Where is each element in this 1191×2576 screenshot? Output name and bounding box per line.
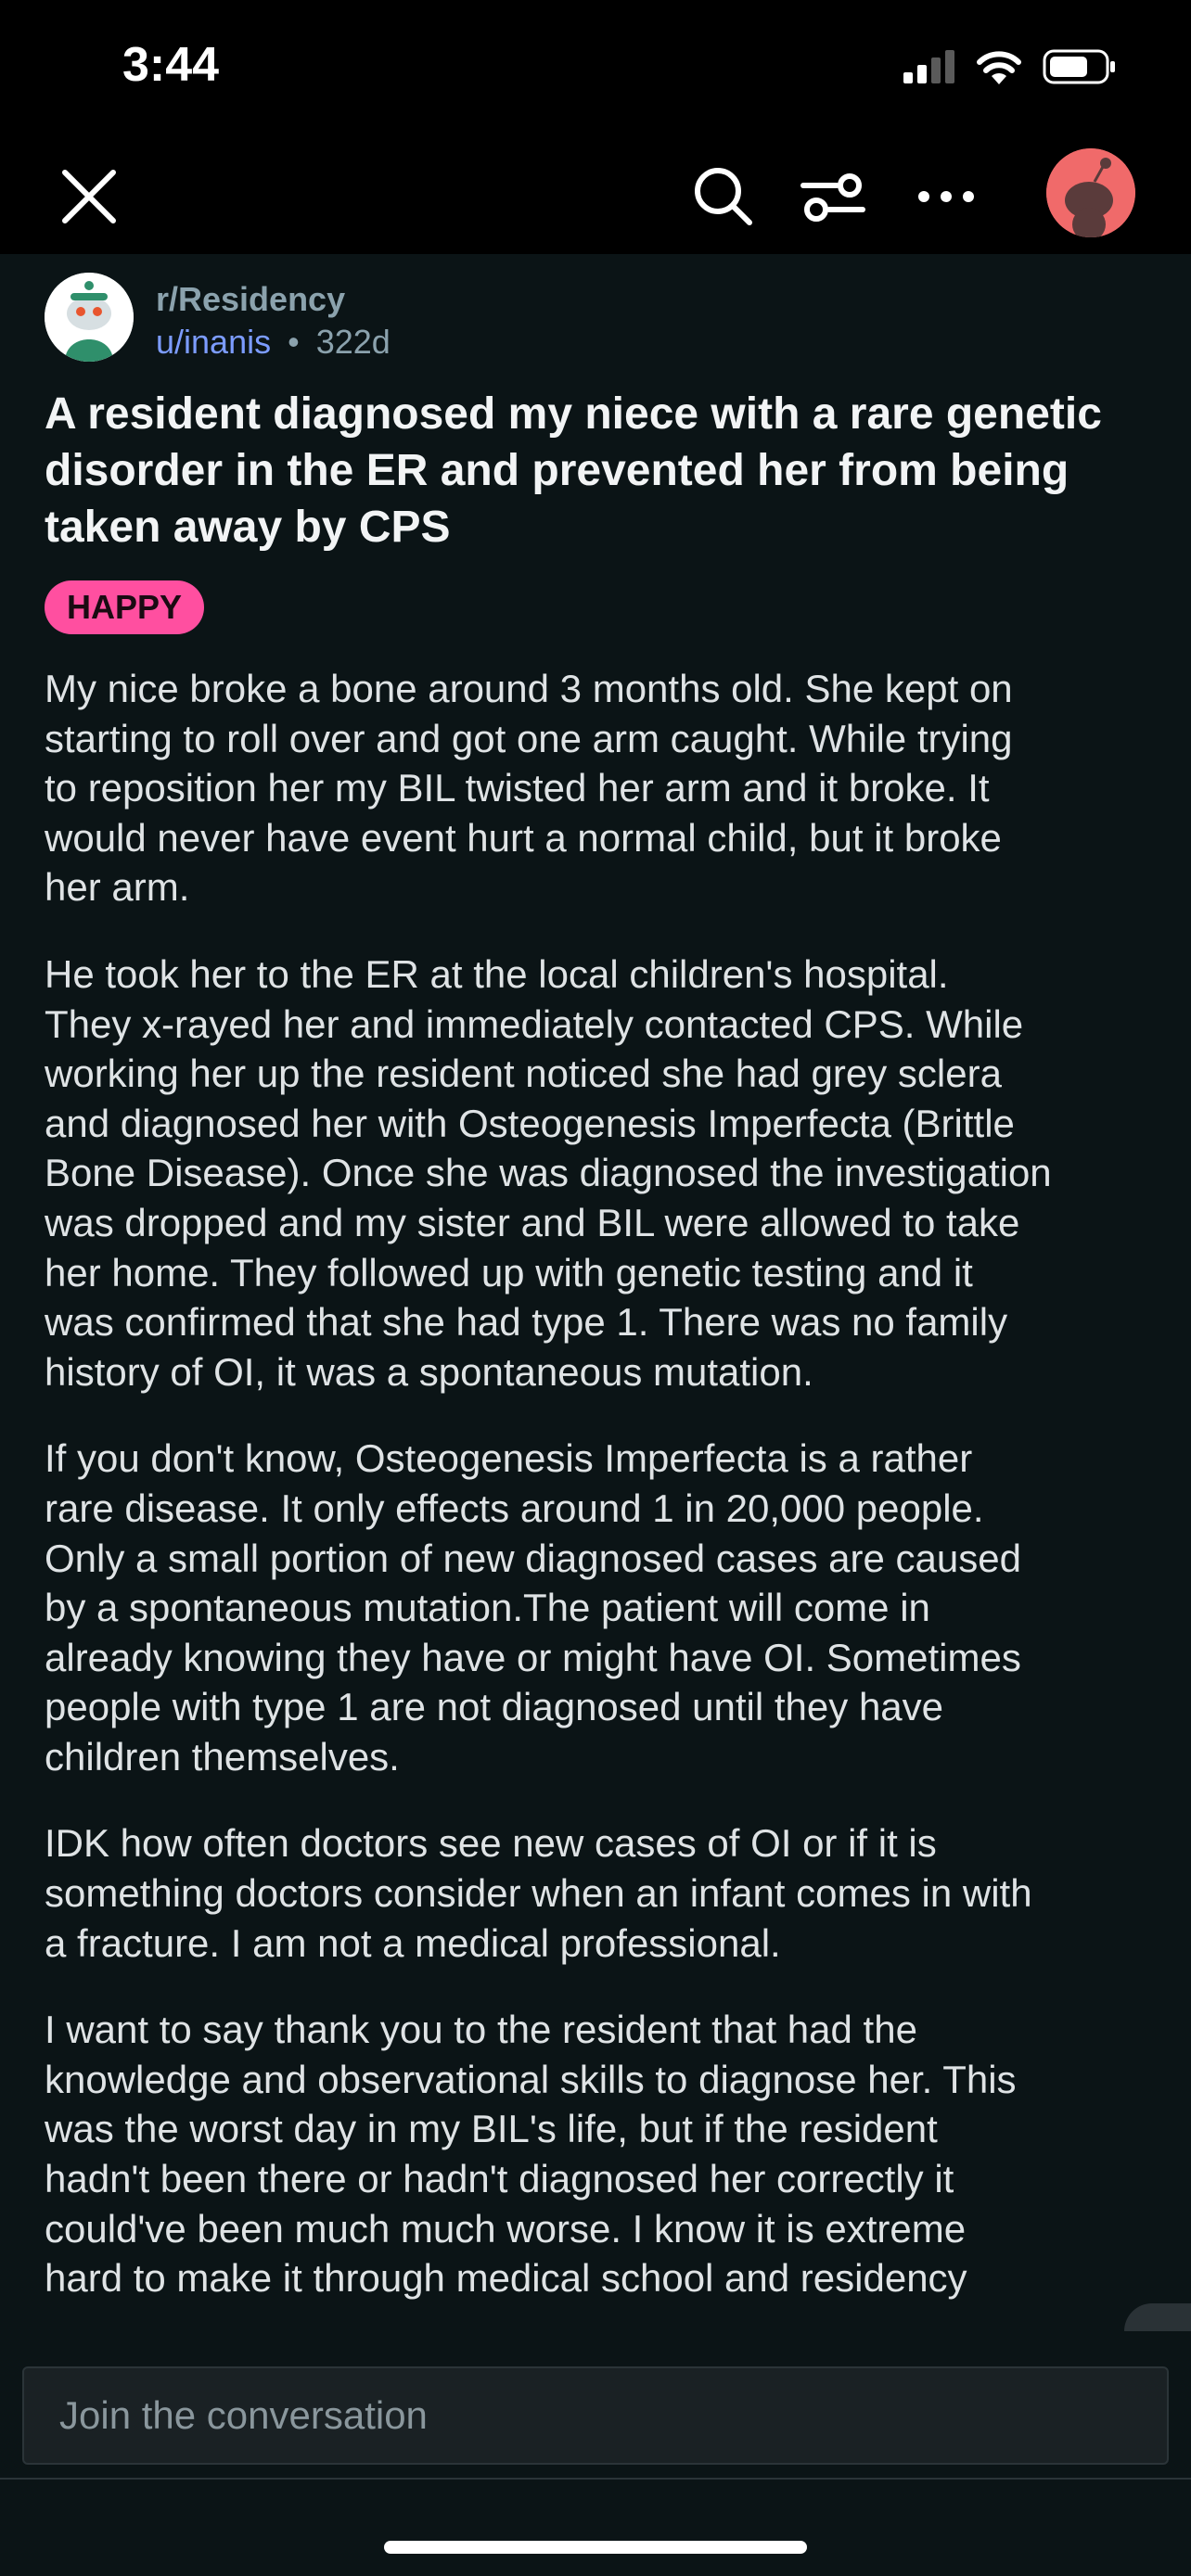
post-title: A resident diagnosed my niece with a rar…	[45, 389, 1102, 552]
close-icon	[62, 170, 116, 223]
post-body: My nice broke a bone around 3 months old…	[45, 664, 1158, 2331]
post-age: 322d	[315, 323, 391, 361]
sort-icon	[800, 173, 865, 222]
battery-icon	[1043, 49, 1115, 84]
comment-composer: Join the conversation	[0, 2331, 1191, 2576]
status-icons	[903, 48, 1117, 85]
post-top-bar	[0, 139, 1191, 254]
post-paragraph: I want to say thank you to the resident …	[45, 2008, 1017, 2301]
post-paragraph: IDK how often doctors see new cases of O…	[45, 1821, 1032, 1965]
post-paragraph: If you don't know, Osteogenesis Imperfec…	[45, 1436, 1021, 1779]
status-bar: 3:44	[0, 0, 1191, 139]
subreddit-icon	[45, 273, 134, 362]
post-meta: r/Residency u/inanis • 322d	[45, 273, 879, 362]
comment-input[interactable]: Join the conversation	[22, 2366, 1169, 2465]
status-time: 3:44	[122, 38, 220, 92]
search-icon	[695, 168, 752, 225]
more-icon	[918, 191, 974, 202]
post-flair[interactable]: HAPPY	[45, 580, 205, 634]
sort-button[interactable]	[796, 159, 870, 234]
cellular-signal-icon	[903, 50, 954, 83]
search-button[interactable]	[686, 159, 761, 234]
home-indicator[interactable]	[384, 2541, 807, 2554]
meta-separator: •	[288, 323, 300, 361]
subreddit-avatar[interactable]	[45, 273, 134, 362]
user-avatar-icon	[1046, 148, 1135, 237]
author-line: u/inanis • 322d	[156, 323, 391, 362]
close-button[interactable]	[52, 159, 126, 234]
post-paragraph: He took her to the ER at the local child…	[45, 951, 1052, 1394]
more-options-button[interactable]	[909, 159, 983, 234]
post-paragraph: My nice broke a bone around 3 months old…	[45, 667, 1013, 910]
wifi-icon	[977, 51, 1021, 84]
author-link[interactable]: u/inanis	[156, 323, 271, 361]
user-avatar[interactable]	[1046, 148, 1135, 237]
composer-divider	[0, 2478, 1191, 2480]
post-content: r/Residency u/inanis • 322d A resident d…	[0, 254, 1191, 2331]
subreddit-name[interactable]: r/Residency	[156, 280, 345, 319]
